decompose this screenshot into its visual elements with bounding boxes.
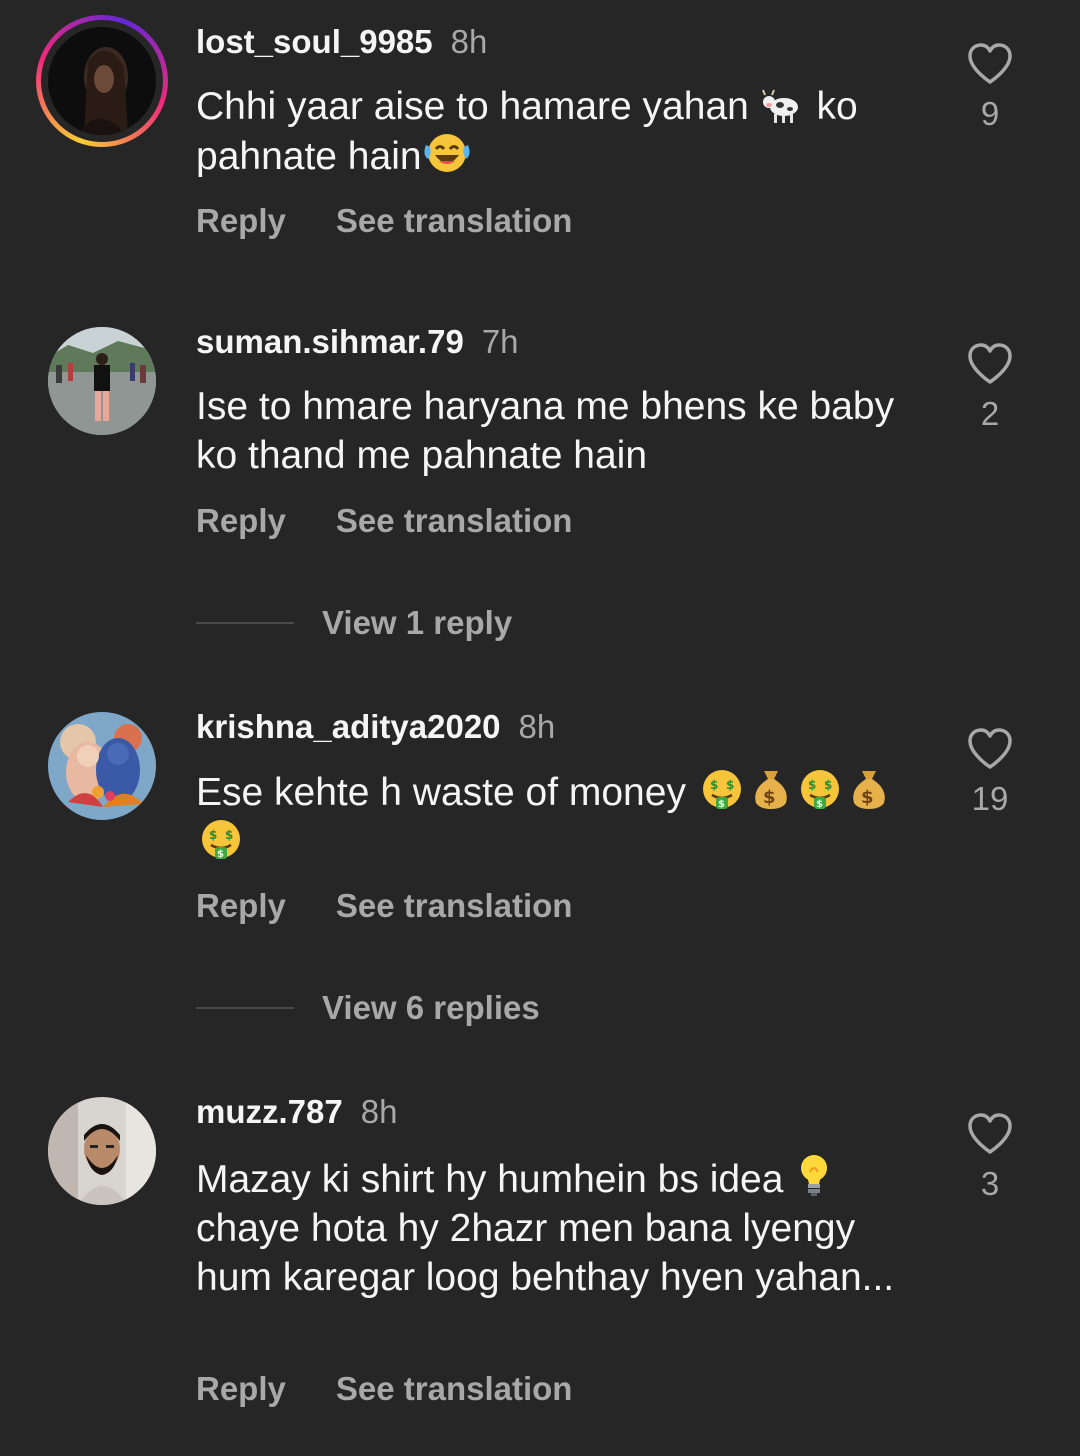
see-translation-button[interactable]: See translation	[336, 1370, 573, 1407]
money-bag-emoji: $	[845, 767, 893, 811]
avatar[interactable]	[48, 1097, 156, 1205]
timestamp: 8h	[518, 708, 556, 745]
comment-text: Mazay ki shirt hy humhein bs idea chaye …	[196, 1152, 926, 1302]
light-bulb-emoji	[794, 1152, 834, 1198]
svg-text:$: $	[710, 778, 718, 792]
svg-text:$: $	[816, 799, 823, 810]
laughing-tears-emoji	[422, 131, 472, 175]
like-count: 19	[971, 780, 1009, 817]
divider-line	[196, 622, 294, 624]
story-ring[interactable]	[36, 15, 168, 147]
svg-text:$: $	[718, 799, 725, 810]
heart-icon[interactable]	[950, 342, 1030, 386]
comment-text: Chhi yaar aise to hamare yahan ko pahnat…	[196, 85, 858, 178]
divider-line	[196, 1007, 294, 1009]
svg-text:$: $	[861, 787, 874, 808]
heart-icon[interactable]	[950, 727, 1030, 771]
svg-text:$: $	[726, 778, 734, 792]
like-count: 3	[980, 1165, 1000, 1202]
svg-text:$: $	[824, 778, 832, 792]
username[interactable]: muzz.787	[196, 1093, 343, 1130]
money-mouth-emoji: $ $ $	[795, 767, 845, 811]
username[interactable]: suman.sihmar.79	[196, 323, 464, 360]
see-translation-button[interactable]: See translation	[336, 202, 573, 239]
svg-text:$: $	[225, 828, 233, 842]
cow-emoji	[760, 85, 806, 125]
reply-button[interactable]: Reply	[196, 887, 286, 924]
timestamp: 8h	[450, 23, 488, 60]
reply-button[interactable]: Reply	[196, 502, 286, 539]
username[interactable]: lost_soul_9985	[196, 23, 433, 60]
money-bag-emoji: $	[747, 767, 795, 811]
reply-button[interactable]: Reply	[196, 1370, 286, 1407]
avatar[interactable]	[48, 327, 156, 435]
svg-text:$: $	[209, 828, 217, 842]
svg-text:$: $	[808, 778, 816, 792]
money-mouth-emoji: $ $ $	[196, 817, 246, 861]
username[interactable]: krishna_aditya2020	[196, 708, 501, 745]
money-mouth-emoji: $ $ $	[697, 767, 747, 811]
heart-icon[interactable]	[950, 42, 1030, 86]
heart-icon[interactable]	[950, 1112, 1030, 1156]
svg-text:$: $	[217, 849, 224, 860]
avatar[interactable]	[48, 712, 156, 820]
view-replies-button[interactable]: View 6 replies	[196, 988, 540, 1028]
reply-button[interactable]: Reply	[196, 202, 286, 239]
see-translation-button[interactable]: See translation	[336, 502, 573, 539]
like-count: 2	[980, 395, 1000, 432]
comment-text: Ese kehte h waste of money $ $ $ $ $ $ $ $ $ $ $	[196, 767, 926, 867]
timestamp: 8h	[360, 1093, 398, 1130]
comment-text: Ise to hmare haryana me bhens ke baby ko…	[196, 385, 895, 477]
svg-text:$: $	[763, 787, 776, 808]
avatar[interactable]	[48, 27, 156, 135]
view-replies-button[interactable]: View 1 reply	[196, 603, 512, 643]
timestamp: 7h	[481, 323, 519, 360]
like-count: 9	[980, 95, 1000, 132]
see-translation-button[interactable]: See translation	[336, 887, 573, 924]
